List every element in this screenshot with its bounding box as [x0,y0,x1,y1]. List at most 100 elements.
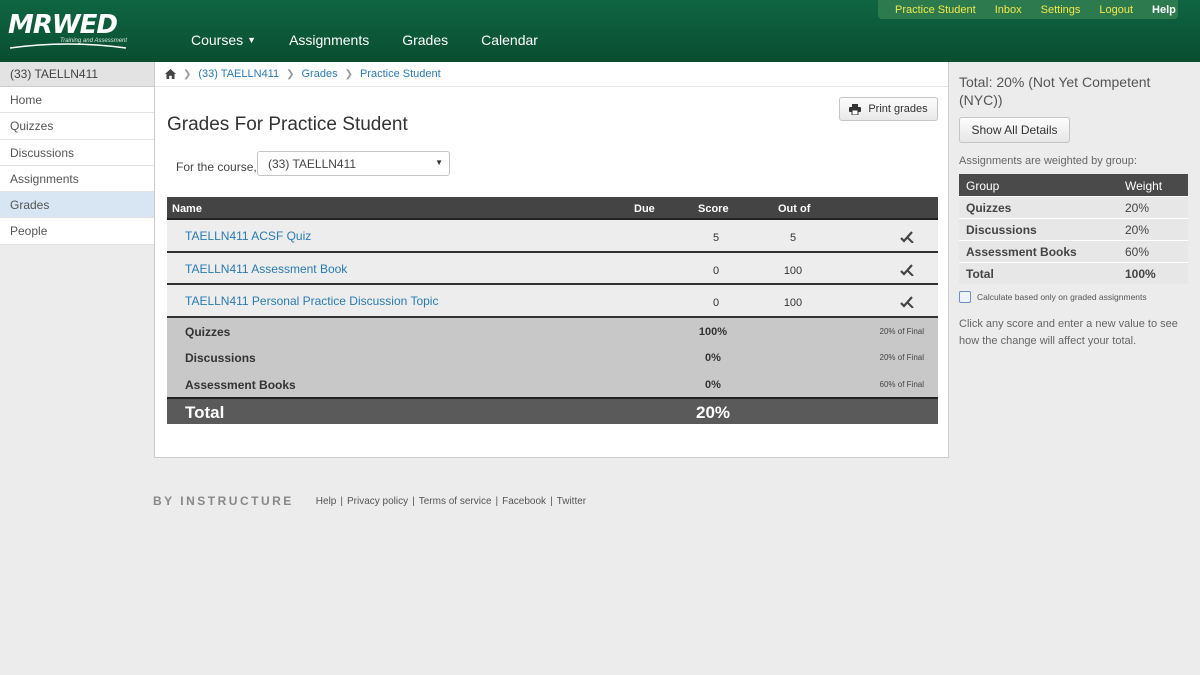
logo[interactable]: MRWED Training and Assessment [8,8,132,54]
whatif-icon[interactable] [900,231,914,243]
graded-only-checkbox[interactable] [959,291,971,303]
weights-header: Group Weight [959,174,1188,196]
chevron-right-icon: ❯ [344,68,353,80]
caret-down-icon: ▼ [435,158,443,167]
print-grades-button[interactable]: Print grades [839,97,938,121]
weight-row: Total 100% [959,262,1188,284]
weight-group-name: Quizzes [966,201,1012,215]
footer-privacy-link[interactable]: Privacy policy [347,496,408,507]
logo-text: MRWED [8,10,118,40]
chevron-down-icon: ▼ [247,35,257,45]
instructure-brand[interactable]: BY INSTRUCTURE [153,494,294,508]
assignment-score[interactable]: 0 [706,297,726,309]
group-weight: 60% of Final [879,379,924,389]
student-total: Total: 20% (Not Yet Competent (NYC)) [959,74,1151,108]
weight-group-name: Total [966,267,994,281]
sidebar-item-quizzes[interactable]: Quizzes [0,113,154,140]
user-profile-link[interactable]: Practice Student [895,4,976,16]
whatif-icon[interactable] [900,263,914,276]
graded-only-label: Calculate based only on graded assignmen… [977,292,1147,302]
group-percent: 0% [705,352,721,364]
group-name: Quizzes [185,324,231,339]
assignment-score[interactable]: 5 [706,232,726,244]
footer-twitter-link[interactable]: Twitter [557,496,586,507]
logo-swoosh-icon [9,43,127,49]
assignment-link[interactable]: TAELLN411 ACSF Quiz [185,229,311,243]
assignment-link[interactable]: TAELLN411 Personal Practice Discussion T… [185,294,438,308]
col-score[interactable]: Score [698,203,729,215]
breadcrumb: ❯ (33) TAELLN411 ❯ Grades ❯ Practice Stu… [155,62,948,87]
col-name[interactable]: Name [172,203,202,215]
assignment-out-of: 5 [789,232,797,244]
course-select-value: (33) TAELLN411 [268,157,357,171]
nav-courses-label: Courses [191,32,244,48]
graded-only-toggle[interactable]: Calculate based only on graded assignmen… [959,291,1147,303]
course-select-label: For the course, [176,160,257,174]
main-nav: Courses ▼ Assignments Grades Calendar [191,32,571,48]
sidebar-item-discussions[interactable]: Discussions [0,139,154,166]
group-row: Quizzes 100% 20% of Final [167,318,938,345]
user-nav: Practice Student Inbox Settings Logout H… [878,0,1178,19]
footer-separator: | [495,495,499,507]
show-all-details-button[interactable]: Show All Details [959,117,1070,143]
weight-row: Quizzes 20% [959,196,1188,218]
weight-group-name: Discussions [966,223,1037,237]
weight-value: 20% [1125,201,1150,215]
settings-link[interactable]: Settings [1041,4,1081,16]
table-row: TAELLN411 Assessment Book 0 100 [167,252,938,285]
breadcrumb-grades[interactable]: Grades [302,68,338,80]
home-icon[interactable] [165,69,176,79]
col-due[interactable]: Due [634,203,655,215]
assignment-link[interactable]: TAELLN411 Assessment Book [185,262,347,276]
grades-table: Name Due Score Out of TAELLN411 ACSF Qui… [167,197,938,424]
weighted-note: Assignments are weighted by group: [959,155,1137,167]
course-select[interactable]: (33) TAELLN411 ▼ [257,151,450,176]
weight-group-name: Assessment Books [966,245,1077,259]
course-title[interactable]: (33) TAELLN411 [0,62,154,87]
table-row: TAELLN411 ACSF Quiz 5 5 [167,220,938,253]
logout-link[interactable]: Logout [1099,4,1133,16]
table-row: TAELLN411 Personal Practice Discussion T… [167,285,938,318]
footer-separator: | [550,495,553,507]
help-link[interactable]: Help [1152,4,1176,16]
group-name: Discussions [185,351,256,365]
weight-value: 20% [1125,223,1150,237]
total-value: 20% [695,402,731,422]
nav-calendar[interactable]: Calendar [481,32,538,48]
whatif-icon[interactable] [900,296,914,308]
weight-value: 60% [1125,245,1150,259]
sidebar-item-assignments[interactable]: Assignments [0,165,154,193]
breadcrumb-course[interactable]: (33) TAELLN411 [198,68,279,80]
nav-assignments[interactable]: Assignments [289,32,369,48]
sidebar-item-people[interactable]: People [0,218,154,245]
top-header: MRWED Training and Assessment Courses ▼ A… [0,0,1200,62]
footer-help-link[interactable]: Help [316,496,337,507]
print-grades-label: Print grades [868,103,928,115]
group-summary: Quizzes 100% 20% of Final Discussions 0%… [167,317,938,397]
weights-col-weight: Weight [1125,179,1163,193]
col-out-of[interactable]: Out of [778,203,810,215]
footer-facebook-link[interactable]: Facebook [502,496,546,507]
weight-row: Assessment Books 60% [959,240,1188,262]
total-label: Total [185,402,225,422]
sidebar-item-grades[interactable]: Grades [0,192,154,219]
inbox-link[interactable]: Inbox [995,4,1022,16]
main-content: ❯ (33) TAELLN411 ❯ Grades ❯ Practice Stu… [154,62,949,458]
assignment-out-of: 100 [783,297,803,309]
group-name: Assessment Books [185,377,296,392]
grades-table-header: Name Due Score Out of [167,197,938,220]
group-percent: 0% [705,378,721,391]
sidebar-item-home[interactable]: Home [0,87,154,114]
nav-grades[interactable]: Grades [402,32,448,48]
group-percent: 100% [698,325,728,338]
nav-courses[interactable]: Courses ▼ [191,32,256,48]
weight-row: Discussions 20% [959,218,1188,240]
breadcrumb-student[interactable]: Practice Student [360,68,441,80]
group-weights-table: Group Weight Quizzes 20% Discussions 20%… [959,174,1188,284]
assignment-score[interactable]: 0 [706,265,726,277]
footer: BY INSTRUCTURE Help | Privacy policy | T… [153,494,586,508]
chevron-right-icon: ❯ [183,68,192,80]
footer-terms-link[interactable]: Terms of service [419,496,492,507]
printer-icon [849,103,862,115]
assignment-out-of: 100 [783,264,803,277]
